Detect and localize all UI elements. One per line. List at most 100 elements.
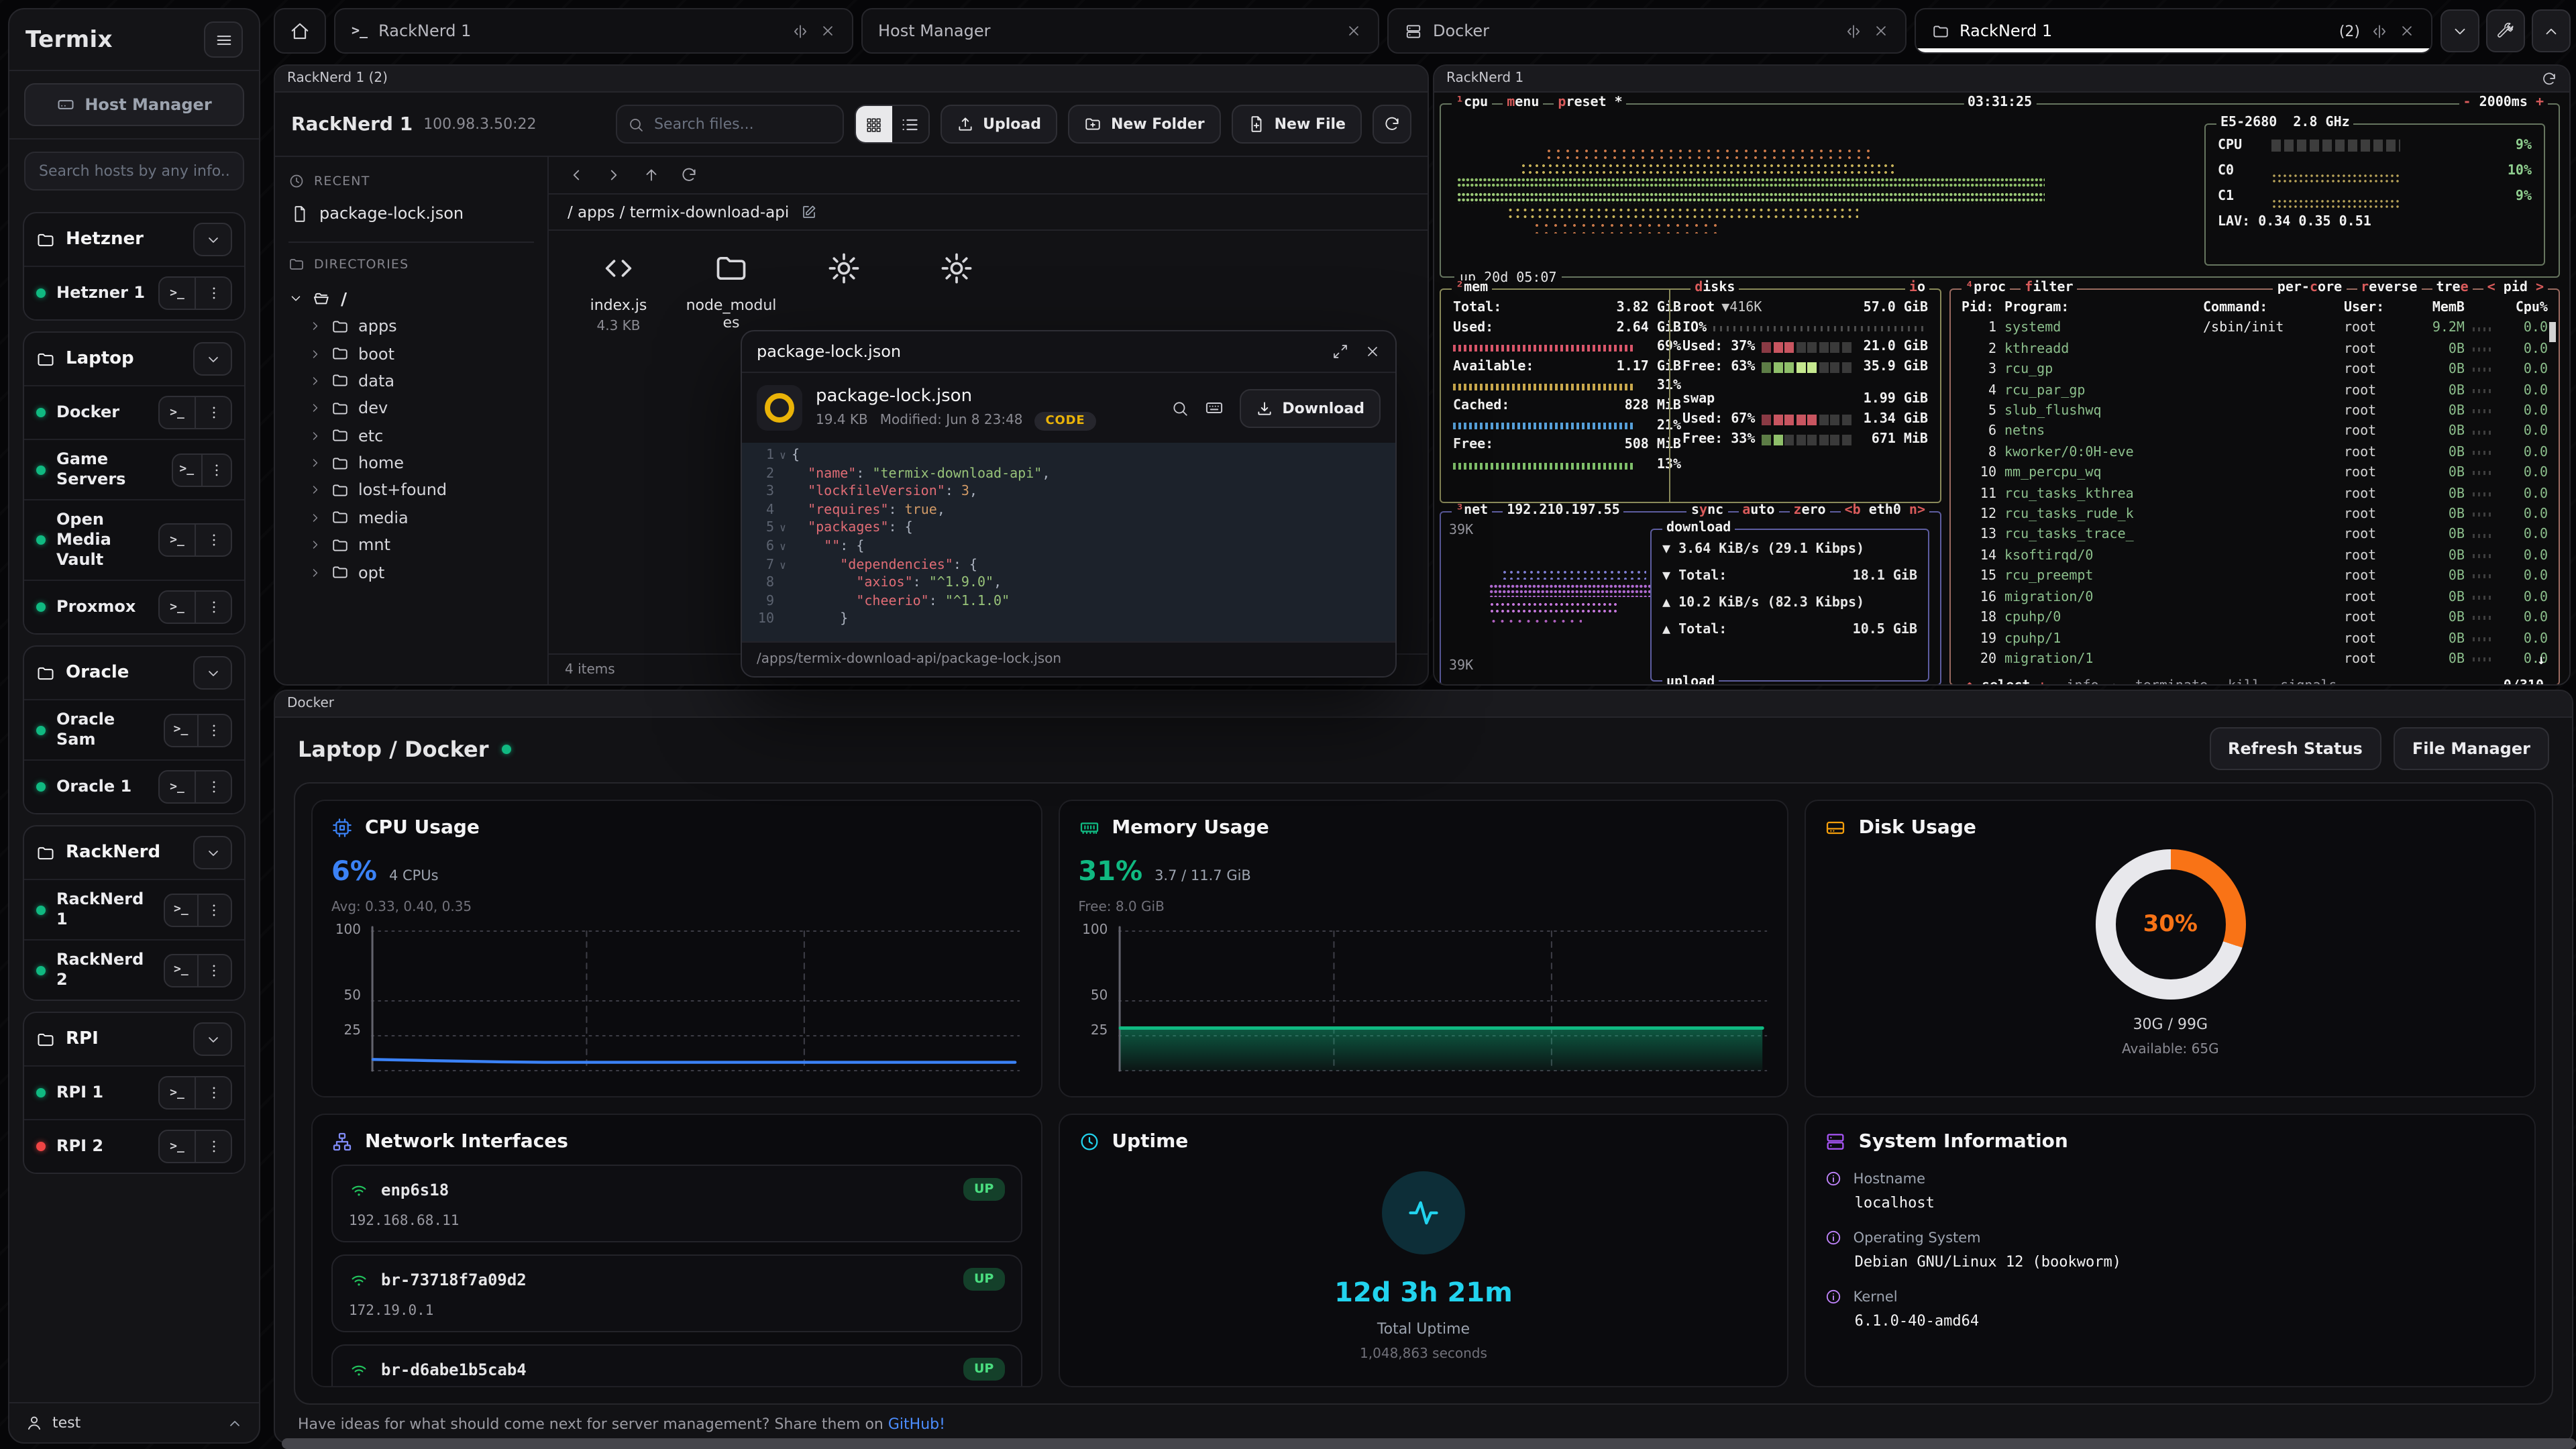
- process-row[interactable]: 12rcu_tasks_rude_kroot0B0.0: [1962, 504, 2548, 525]
- tab-racknerd1-files[interactable]: RackNerd 1 (2): [1914, 8, 2432, 54]
- tree-dir-lost+found[interactable]: lost+found: [288, 477, 534, 504]
- open-terminal-button[interactable]: >_: [172, 454, 201, 485]
- proc-kill-control[interactable]: kill: [2224, 679, 2264, 686]
- recent-file-item[interactable]: package-lock.json: [288, 201, 534, 225]
- open-terminal-button[interactable]: >_: [165, 955, 197, 985]
- editor-view-icon[interactable]: [1204, 398, 1223, 417]
- process-row[interactable]: 15rcu_preemptroot0B0.0: [1962, 567, 2548, 588]
- process-row[interactable]: 4rcu_par_gproot0B0.0: [1962, 380, 2548, 401]
- group-collapse-button[interactable]: [193, 656, 232, 690]
- tree-dir-etc[interactable]: etc: [288, 422, 534, 449]
- host-menu-button[interactable]: [195, 1131, 231, 1162]
- tree-dir-opt[interactable]: opt: [288, 559, 534, 586]
- open-terminal-button[interactable]: >_: [160, 1077, 195, 1108]
- sidebar-host-rpi-1[interactable]: RPI 1>_: [24, 1065, 244, 1119]
- process-row[interactable]: 19cpuhp/1root0B0.0: [1962, 629, 2548, 649]
- sidebar-menu-button[interactable]: [204, 21, 243, 58]
- split-icon[interactable]: [2371, 22, 2388, 40]
- file-tile[interactable]: [908, 250, 1005, 297]
- proc-info-control[interactable]: info ↵: [2062, 679, 2118, 686]
- fold-toggle[interactable]: ∨: [774, 520, 792, 538]
- close-icon[interactable]: [2399, 23, 2415, 39]
- forward-icon[interactable]: [605, 166, 623, 184]
- download-button[interactable]: Download: [1239, 388, 1381, 427]
- reconnect-icon[interactable]: [2541, 70, 2557, 87]
- open-terminal-button[interactable]: >_: [164, 714, 197, 745]
- btop-interval-control[interactable]: - 2000ms +: [2459, 95, 2548, 110]
- footer-chevron-up-icon[interactable]: [227, 1414, 243, 1432]
- process-row[interactable]: 18cpuhp/0root0B0.0: [1962, 608, 2548, 629]
- sidebar-host-racknerd-2[interactable]: RackNerd 2>_: [24, 939, 244, 1000]
- sidebar-host-docker[interactable]: Docker>_: [24, 385, 244, 439]
- io-toggle[interactable]: io: [1905, 280, 1929, 295]
- search-in-file-icon[interactable]: [1171, 399, 1188, 417]
- tree-dir-data[interactable]: data: [288, 368, 534, 395]
- tab-list-button[interactable]: [2440, 9, 2479, 52]
- file-tile[interactable]: [796, 250, 892, 297]
- file-manager-button[interactable]: File Manager: [2394, 727, 2549, 770]
- up-directory-icon[interactable]: [643, 166, 660, 184]
- process-scrollbar-thumb[interactable]: [2549, 322, 2556, 342]
- expand-icon[interactable]: [1332, 343, 1348, 360]
- file-tile-node_modules[interactable]: node_modules: [683, 250, 780, 332]
- sidebar-host-oracle-1[interactable]: Oracle 1>_: [24, 759, 244, 813]
- tree-root-item[interactable]: /: [288, 284, 534, 313]
- refresh-icon[interactable]: [680, 166, 698, 184]
- breadcrumb[interactable]: / apps / termix-download-api: [549, 195, 1428, 231]
- fold-toggle[interactable]: ∨: [774, 447, 792, 465]
- host-manager-button[interactable]: Host Manager: [24, 83, 244, 126]
- open-terminal-button[interactable]: >_: [160, 278, 195, 309]
- proc-sort-selector[interactable]: < pid >: [2483, 280, 2548, 295]
- tools-button[interactable]: [2486, 9, 2525, 52]
- proc-filter-button[interactable]: filter: [2021, 280, 2077, 295]
- close-icon[interactable]: [1346, 23, 1362, 39]
- process-row[interactable]: 6netnsroot0B0.0: [1962, 422, 2548, 443]
- terminal-screen[interactable]: ¹cpu menu preset * 03:31:25 - 2000ms +: [1434, 93, 2569, 684]
- host-group-header[interactable]: Hetzner: [24, 213, 244, 266]
- host-menu-button[interactable]: [195, 397, 231, 428]
- open-terminal-button[interactable]: >_: [160, 1131, 195, 1162]
- proc-terminate-control[interactable]: terminate: [2131, 679, 2212, 686]
- host-menu-button[interactable]: [197, 894, 231, 925]
- host-menu-button[interactable]: [195, 771, 231, 802]
- tree-dir-media[interactable]: media: [288, 504, 534, 531]
- process-row[interactable]: 8kworker/0:0H-everoot0B0.0: [1962, 443, 2548, 464]
- grid-view-button[interactable]: [855, 106, 892, 142]
- sidebar-host-game-servers[interactable]: Game Servers>_: [24, 439, 244, 499]
- split-icon[interactable]: [791, 22, 808, 40]
- net-zero-toggle[interactable]: zero: [1789, 503, 1829, 518]
- collapse-button[interactable]: [2532, 9, 2571, 52]
- host-menu-button[interactable]: [195, 592, 231, 623]
- host-search-input[interactable]: [24, 152, 244, 191]
- proc-signals-control[interactable]: signals: [2276, 679, 2341, 686]
- refresh-status-button[interactable]: Refresh Status: [2209, 727, 2381, 770]
- tab-host-manager[interactable]: Host Manager: [861, 8, 1379, 54]
- close-icon[interactable]: [1872, 23, 1888, 39]
- proc-select-control[interactable]: ↑ select ↓: [1962, 679, 2050, 686]
- open-terminal-button[interactable]: >_: [160, 771, 195, 802]
- group-collapse-button[interactable]: [193, 1022, 232, 1056]
- tree-dir-mnt[interactable]: mnt: [288, 531, 534, 559]
- sidebar-host-hetzner-1[interactable]: Hetzner 1>_: [24, 266, 244, 319]
- split-icon[interactable]: [1844, 22, 1862, 40]
- process-list[interactable]: 1systemd/sbin/initroot9.2M0.02kthreaddro…: [1962, 319, 2548, 670]
- file-tile-index.js[interactable]: index.js4.3 KB: [570, 250, 667, 334]
- open-terminal-button[interactable]: >_: [165, 894, 197, 925]
- proc-tree-toggle[interactable]: tree: [2432, 280, 2472, 295]
- tab-racknerd1-terminal[interactable]: >_ RackNerd 1: [334, 8, 853, 54]
- process-row[interactable]: 10mm_percpu_wqroot0B0.0: [1962, 464, 2548, 484]
- proc-reverse-toggle[interactable]: reverse: [2357, 280, 2421, 295]
- process-row[interactable]: 2kthreaddroot0B0.0: [1962, 339, 2548, 360]
- close-icon[interactable]: [819, 23, 835, 39]
- process-row[interactable]: 1systemd/sbin/initroot9.2M0.0: [1962, 319, 2548, 339]
- refresh-files-button[interactable]: [1373, 105, 1411, 144]
- host-menu-button[interactable]: [195, 278, 231, 309]
- host-group-header[interactable]: Laptop: [24, 333, 244, 385]
- process-row[interactable]: 20migration/1root0B0.0: [1962, 649, 2548, 670]
- proc-percore-toggle[interactable]: per-core: [2273, 280, 2346, 295]
- host-group-header[interactable]: Oracle: [24, 647, 244, 699]
- close-icon[interactable]: [1364, 343, 1381, 360]
- net-sync-toggle[interactable]: sync: [1687, 503, 1727, 518]
- host-menu-button[interactable]: [195, 525, 231, 555]
- new-file-button[interactable]: New File: [1232, 105, 1362, 144]
